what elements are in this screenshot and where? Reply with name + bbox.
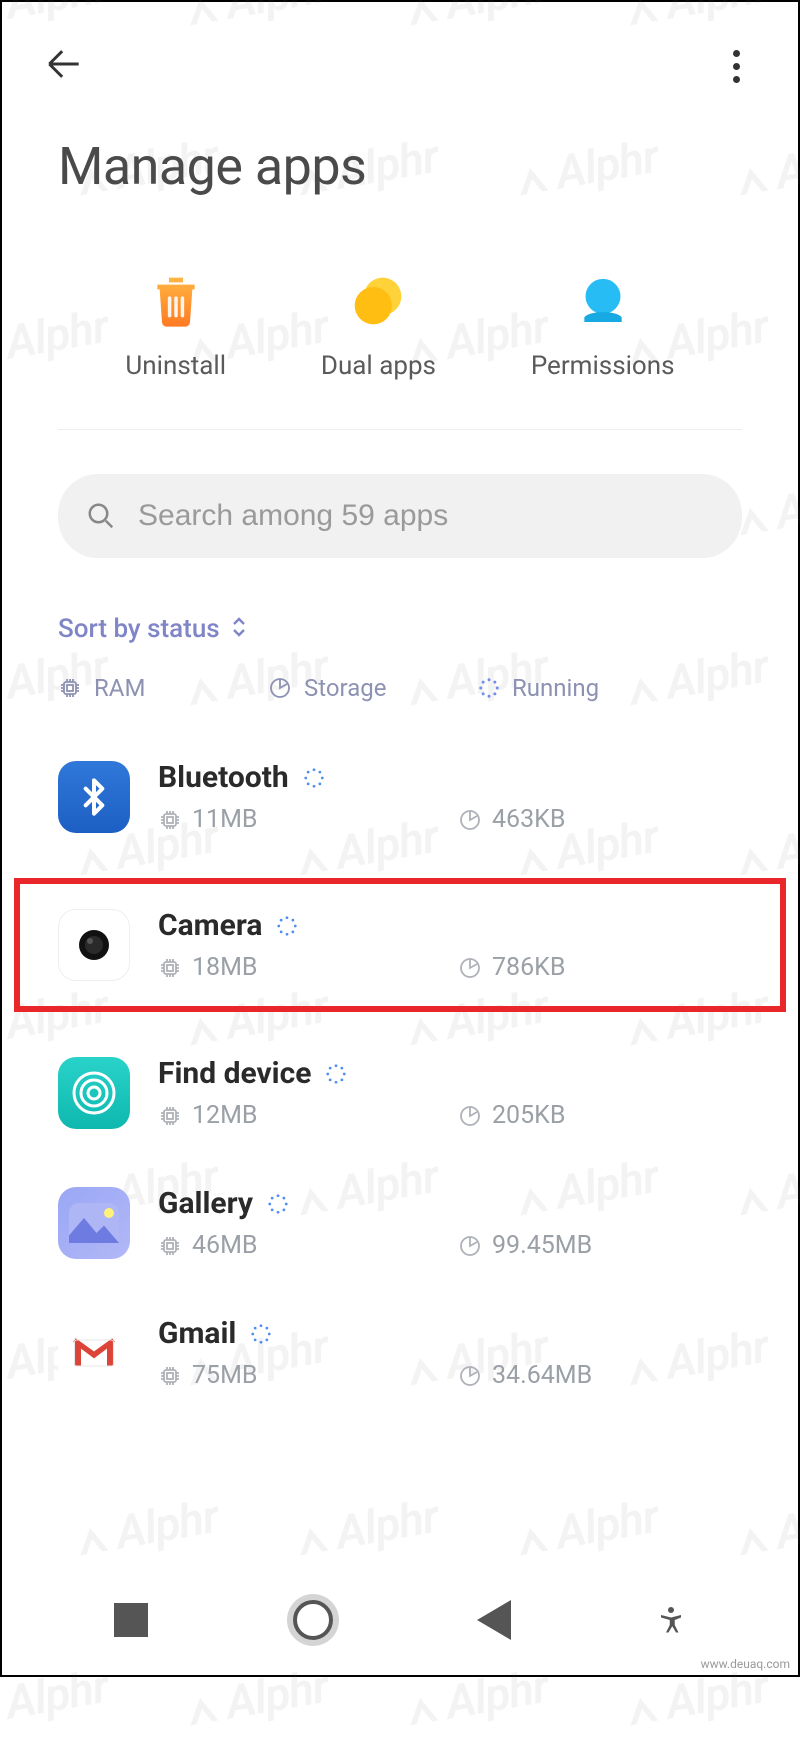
page-title: Manage apps xyxy=(2,90,798,197)
accessibility-icon[interactable] xyxy=(656,1605,686,1635)
dual-apps-label: Dual apps xyxy=(321,351,436,381)
actions-row: Uninstall Dual apps Permissions xyxy=(58,197,742,430)
running-icon xyxy=(478,677,500,699)
find-device-app-icon xyxy=(58,1057,130,1129)
app-ram: 12MB xyxy=(192,1101,258,1130)
running-indicator-icon xyxy=(267,1193,289,1215)
app-name: Bluetooth xyxy=(158,760,289,795)
sort-label: Sort by status xyxy=(58,614,220,644)
app-ram: 11MB xyxy=(192,805,258,834)
legend-ram: RAM xyxy=(58,674,268,702)
app-storage: 34.64MB xyxy=(492,1361,592,1390)
app-name: Find device xyxy=(158,1056,311,1091)
bluetooth-app-icon xyxy=(58,761,130,833)
camera-app-icon xyxy=(58,909,130,981)
chip-icon xyxy=(158,1234,182,1258)
footer-url: www.deuaq.com xyxy=(701,1657,790,1671)
app-name: Camera xyxy=(158,908,262,943)
app-row-camera[interactable]: Camera 18MB 786KB xyxy=(16,880,784,1010)
chip-icon xyxy=(158,1104,182,1128)
back-nav-button[interactable] xyxy=(477,1600,511,1640)
gmail-app-icon xyxy=(58,1317,130,1389)
search-input[interactable] xyxy=(138,499,714,533)
app-name: Gallery xyxy=(158,1186,253,1221)
legend-row: RAM Storage Running xyxy=(2,644,798,712)
trash-icon xyxy=(144,269,208,333)
app-storage: 205KB xyxy=(492,1101,565,1130)
gallery-app-icon xyxy=(58,1187,130,1259)
app-ram: 75MB xyxy=(192,1361,258,1390)
app-storage: 99.45MB xyxy=(492,1231,592,1260)
app-name: Gmail xyxy=(158,1316,236,1351)
app-ram: 18MB xyxy=(192,953,258,982)
permissions-label: Permissions xyxy=(531,351,675,381)
app-row-gallery[interactable]: Gallery 46MB 99.45MB xyxy=(2,1158,798,1288)
app-ram: 46MB xyxy=(192,1231,258,1260)
running-indicator-icon xyxy=(325,1063,347,1085)
chip-icon xyxy=(158,956,182,980)
pie-icon xyxy=(458,1104,482,1128)
app-row-find-device[interactable]: Find device 12MB 205KB xyxy=(2,1028,798,1158)
search-icon xyxy=(86,501,116,531)
running-indicator-icon xyxy=(276,915,298,937)
pie-icon xyxy=(458,1234,482,1258)
dual-apps-action[interactable]: Dual apps xyxy=(321,269,436,381)
app-storage: 786KB xyxy=(492,953,565,982)
running-indicator-icon xyxy=(250,1323,272,1345)
pie-icon xyxy=(268,676,292,700)
app-list: Bluetooth 11MB 463KB Camera 18M xyxy=(2,712,798,1418)
sort-chevron-icon xyxy=(230,616,248,642)
permissions-icon xyxy=(571,269,635,333)
dual-apps-icon xyxy=(346,269,410,333)
pie-icon xyxy=(458,1364,482,1388)
search-bar[interactable] xyxy=(58,474,742,558)
nav-bar xyxy=(2,1565,798,1675)
uninstall-action[interactable]: Uninstall xyxy=(125,269,226,381)
legend-storage: Storage xyxy=(268,674,478,702)
chip-icon xyxy=(58,676,82,700)
back-button[interactable] xyxy=(42,42,86,90)
chip-icon xyxy=(158,808,182,832)
app-row-gmail[interactable]: Gmail 75MB 34.64MB xyxy=(2,1288,798,1418)
app-storage: 463KB xyxy=(492,805,565,834)
uninstall-label: Uninstall xyxy=(125,351,226,381)
home-button[interactable] xyxy=(293,1600,333,1640)
more-options-button[interactable] xyxy=(714,44,758,88)
chip-icon xyxy=(158,1364,182,1388)
running-indicator-icon xyxy=(303,767,325,789)
pie-icon xyxy=(458,808,482,832)
permissions-action[interactable]: Permissions xyxy=(531,269,675,381)
app-row-bluetooth[interactable]: Bluetooth 11MB 463KB xyxy=(2,732,798,862)
legend-running: Running xyxy=(478,674,599,702)
sort-toggle[interactable]: Sort by status xyxy=(2,558,798,644)
pie-icon xyxy=(458,956,482,980)
recents-button[interactable] xyxy=(114,1603,148,1637)
